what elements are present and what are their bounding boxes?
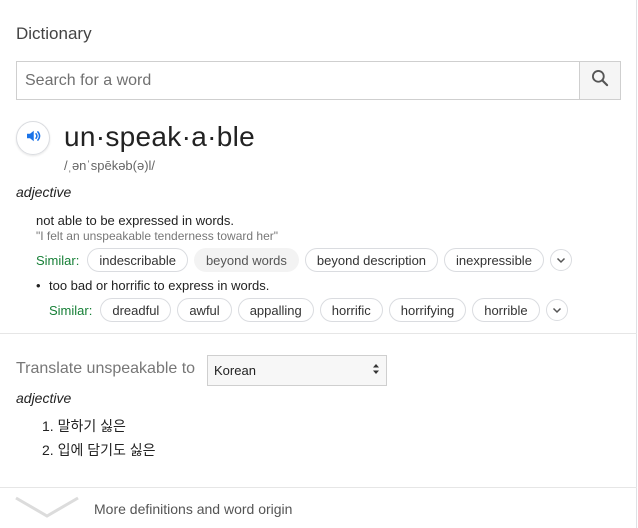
speaker-icon [24,127,42,150]
translate-part-of-speech: adjective [16,390,72,406]
definition-2-text: too bad or horrific to express in words. [49,278,270,293]
similar-row-1: Similar: indescribable beyond words beyo… [36,248,572,272]
similar-chip[interactable]: beyond words [193,248,299,272]
language-select[interactable]: Korean [207,355,387,386]
updown-arrows-icon [372,362,380,379]
language-select-value: Korean [214,363,256,378]
definition-1: not able to be expressed in words. [36,213,235,228]
search-button[interactable] [579,62,620,99]
similar-chip[interactable]: appalling [237,298,314,322]
chevron-down-icon [14,496,80,525]
bullet: • [36,278,41,293]
expand-similar-button[interactable] [545,299,568,321]
similar-row-2: Similar: dreadful awful appalling horrif… [49,298,568,322]
similar-chip[interactable]: inexpressible [444,248,544,272]
pronunciation-button[interactable] [16,121,50,155]
similar-chip[interactable]: awful [177,298,232,322]
similar-chip[interactable]: beyond description [304,248,439,272]
search-icon [590,68,610,93]
similar-label: Similar: [49,302,93,318]
part-of-speech: adjective [16,184,72,200]
translate-label: Translate unspeakable to [16,360,196,377]
translation-item: 1. 말하기 싫은 [42,418,126,434]
similar-chip[interactable]: horrific [319,298,383,322]
search-input[interactable] [17,62,579,99]
similar-chip[interactable]: dreadful [100,298,172,322]
card-title: Dictionary [16,24,92,43]
chevron-down-icon [552,307,561,314]
definition-2: • too bad or horrific to express in words… [36,278,269,293]
similar-label: Similar: [36,252,80,268]
search-box [16,61,621,100]
expand-similar-button[interactable] [549,249,572,271]
dictionary-card: Dictionary un·speak·a·ble /ˌənˈspēkəb(ə)… [0,0,637,528]
translation-item: 2. 입에 담기도 싫은 [42,442,156,458]
divider [0,333,637,334]
more-definitions-button[interactable]: More definitions and word origin [0,488,637,528]
similar-chip[interactable]: indescribable [87,248,188,272]
similar-chip[interactable]: horrible [472,298,540,322]
headword: un·speak·a·ble [64,121,255,152]
phonetic: /ˌənˈspēkəb(ə)l/ [64,158,156,173]
chevron-down-icon [556,257,565,264]
example-1: "I felt an unspeakable tenderness toward… [36,229,279,243]
more-definitions-label: More definitions and word origin [94,501,293,517]
similar-chip[interactable]: horrifying [388,298,467,322]
